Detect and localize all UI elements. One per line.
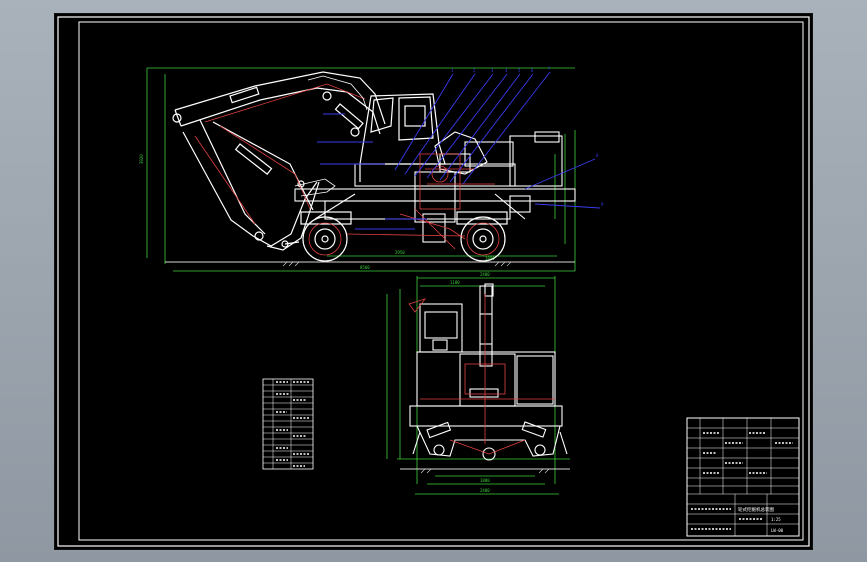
svg-text:4: 4 <box>505 68 508 73</box>
svg-text:9: 9 <box>601 202 604 207</box>
svg-text:3: 3 <box>491 68 494 73</box>
front-dim-base-width: 2480 <box>480 488 490 493</box>
svg-text:2: 2 <box>473 68 476 73</box>
svg-text:1: 1 <box>451 68 454 73</box>
drawing-scale: 1:25 <box>771 517 781 522</box>
drawing-title: 轮式挖掘机总装图 <box>738 506 774 513</box>
dim-wheelbase: 2950 <box>395 250 405 255</box>
side-view: 3920 8560 2950 1880 1 2 3 4 5 6 78 9 <box>139 66 604 272</box>
svg-text:5: 5 <box>518 68 521 73</box>
svg-text:8: 8 <box>596 153 599 158</box>
cad-viewport: 3920 8560 2950 1880 1 2 3 4 5 6 7 8 9 24… <box>0 0 867 562</box>
drawing-number: LW-00 <box>771 528 784 533</box>
drawing-sheet: 3920 8560 2950 1880 1 2 3 4 5 6 7 8 9 24… <box>54 13 813 550</box>
dim-overall-length: 8560 <box>360 265 370 270</box>
front-dim-width-top: 2480 <box>480 272 490 277</box>
parameter-table <box>262 378 314 470</box>
front-dim-cab-width: 1180 <box>450 280 460 285</box>
dim-height: 3920 <box>139 154 144 164</box>
svg-text:7: 7 <box>548 66 551 71</box>
inner-frame <box>78 21 804 541</box>
title-block: 轮式挖掘机总装图 1:25 LW-00 <box>686 417 800 537</box>
cad-drawing: 3920 8560 2950 1880 1 2 3 4 5 6 78 9 248… <box>57 16 810 547</box>
svg-text:6: 6 <box>531 68 534 73</box>
front-view: 2480 1180 1880 2480 <box>386 272 570 495</box>
front-dim-track: 1880 <box>480 478 490 483</box>
